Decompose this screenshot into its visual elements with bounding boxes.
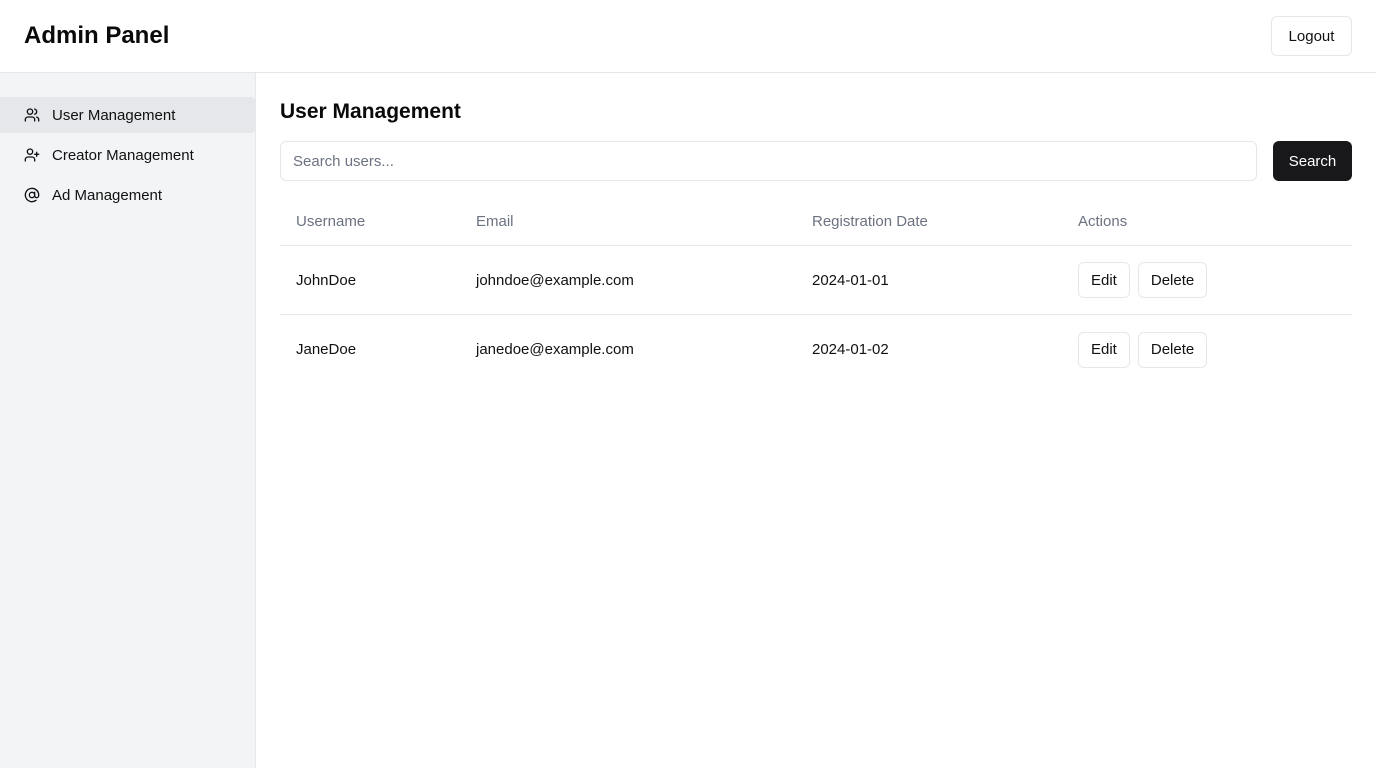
sidebar-item-creator-management[interactable]: Creator Management xyxy=(0,137,255,173)
actions-cell: Edit Delete xyxy=(1078,315,1208,384)
username-cell: JaneDoe xyxy=(296,341,357,358)
sidebar: User Management Creator Management Ad Ma… xyxy=(0,73,256,768)
edit-button[interactable]: Edit xyxy=(1078,331,1130,368)
column-header-username: Username xyxy=(296,212,366,230)
registration-date-cell: 2024-01-02 xyxy=(812,341,889,358)
table-header-row: Username Email Registration Date Actions xyxy=(280,197,1352,246)
search-input[interactable] xyxy=(280,141,1257,181)
search-button[interactable]: Search xyxy=(1273,141,1352,181)
sidebar-item-ad-management[interactable]: Ad Management xyxy=(0,177,255,213)
sidebar-item-label: User Management xyxy=(52,106,176,124)
sidebar-item-label: Ad Management xyxy=(52,186,163,204)
at-sign-icon xyxy=(24,187,40,203)
edit-button[interactable]: Edit xyxy=(1078,262,1130,298)
username-cell: JohnDoe xyxy=(296,271,357,289)
user-plus-icon xyxy=(24,147,40,163)
logout-button[interactable]: Logout xyxy=(1271,16,1352,56)
sidebar-item-user-management[interactable]: User Management xyxy=(0,97,255,133)
column-header-actions: Actions xyxy=(1078,212,1128,230)
email-cell: johndoe@example.com xyxy=(476,271,634,289)
app-title: Admin Panel xyxy=(24,22,170,49)
delete-button[interactable]: Delete xyxy=(1137,262,1208,298)
users-icon xyxy=(24,107,40,123)
email-cell: janedoe@example.com xyxy=(476,341,634,358)
page-title: User Management xyxy=(280,100,461,123)
sidebar-item-label: Creator Management xyxy=(52,146,194,164)
column-header-registration-date: Registration Date xyxy=(812,212,928,230)
registration-date-cell: 2024-01-01 xyxy=(812,271,889,289)
column-header-email: Email xyxy=(476,212,514,230)
users-table: Username Email Registration Date Actions… xyxy=(280,197,1352,384)
delete-button[interactable]: Delete xyxy=(1137,331,1208,368)
main-content: User Management Search Username Email Re… xyxy=(256,73,1376,768)
table-row: JaneDoe janedoe@example.com 2024-01-02 E… xyxy=(280,315,1352,384)
actions-cell: Edit Delete xyxy=(1078,246,1208,314)
top-header: Admin Panel Logout xyxy=(0,0,1376,73)
table-row: JohnDoe johndoe@example.com 2024-01-01 E… xyxy=(280,246,1352,315)
